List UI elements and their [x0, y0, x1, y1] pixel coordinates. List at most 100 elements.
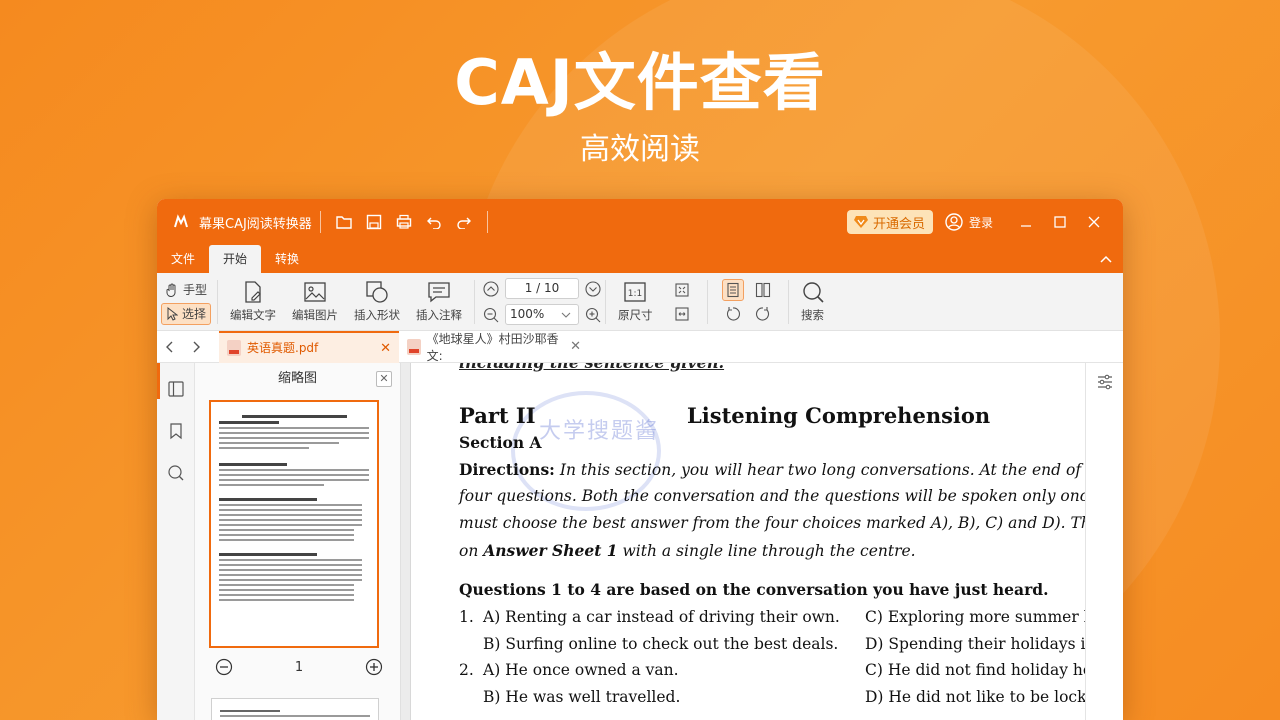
fit-page-icon[interactable]	[671, 279, 693, 301]
divider	[319, 211, 321, 233]
document-tab-bar: 英语真题.pdf ✕ 《地球星人》村田沙耶香文: ✕	[157, 330, 1123, 363]
q1-option-a: A) Renting a car instead of driving thei…	[483, 608, 840, 626]
directions-line-1: Directions: In this section, you will he…	[459, 460, 1123, 479]
original-size-label: 原尺寸	[618, 308, 653, 322]
tab-earthling[interactable]: 《地球星人》村田沙耶香文: ✕	[399, 331, 581, 363]
redo-icon[interactable]	[453, 211, 475, 233]
zoom-value: 100%	[510, 307, 545, 321]
workspace: 缩略图 ✕ 1 大学搜题酱 Part II Listening Comprehe…	[157, 363, 1123, 720]
diamond-icon	[853, 215, 869, 229]
next-page-icon[interactable]	[585, 280, 601, 297]
maximize-button[interactable]	[1043, 216, 1077, 228]
comment-icon	[428, 282, 450, 303]
pdf-file-icon	[407, 338, 421, 355]
hand-icon	[165, 283, 179, 297]
hand-select-group: 手型 选择	[161, 278, 212, 326]
bookmark-icon[interactable]	[164, 419, 188, 443]
close-icon[interactable]: ✕	[380, 341, 391, 356]
select-tool-label: 选择	[182, 307, 207, 321]
single-page-icon[interactable]	[721, 278, 744, 301]
insert-note-label: 插入注释	[416, 308, 463, 322]
menu-file[interactable]: 文件	[157, 245, 209, 273]
title-bar: 幕果CAJ阅读转换器 开通会员 登录	[157, 199, 1123, 245]
zoom-select[interactable]: 100%	[505, 304, 580, 327]
menu-bar: 文件 开始 转换	[157, 245, 1123, 273]
directions-label: Directions:	[459, 460, 555, 479]
menu-convert[interactable]: 转换	[261, 245, 313, 273]
part-heading: Listening Comprehension	[687, 403, 991, 428]
insert-note-button[interactable]: 插入注释	[416, 280, 462, 323]
open-folder-icon[interactable]	[333, 211, 355, 233]
search-panel-icon[interactable]	[164, 461, 188, 485]
thumbnail-title: 缩略图	[277, 371, 317, 386]
zoom-in-icon[interactable]	[585, 307, 601, 323]
settings-sliders-icon[interactable]	[1096, 373, 1114, 720]
edit-image-button[interactable]: 编辑图片	[292, 280, 338, 323]
q2-option-a: A) He once owned a van.	[483, 661, 679, 679]
page-nav-group: 1 / 10 100%	[479, 276, 601, 328]
zoom-out-icon[interactable]	[483, 307, 499, 323]
actual-size-icon: 1:1	[624, 282, 646, 302]
edit-image-label: 编辑图片	[292, 308, 339, 322]
divider	[605, 279, 607, 324]
menu-start[interactable]: 开始	[209, 245, 262, 273]
panel-splitter[interactable]	[401, 363, 411, 720]
select-tool-button[interactable]: 选择	[161, 302, 212, 325]
chevron-up-icon[interactable]	[1099, 251, 1113, 270]
image-icon	[304, 282, 326, 302]
thumbnail-page-2[interactable]	[211, 698, 379, 720]
close-button[interactable]	[1077, 216, 1111, 228]
divider	[474, 279, 476, 324]
divider	[706, 279, 708, 324]
save-icon[interactable]	[363, 211, 385, 233]
print-icon[interactable]	[393, 211, 415, 233]
hand-tool-button[interactable]: 手型	[161, 279, 211, 301]
original-size-button[interactable]: 1:1 原尺寸	[618, 280, 653, 323]
minus-circle-icon[interactable]	[215, 658, 233, 676]
login-label: 登录	[968, 215, 993, 230]
cut-off-text: including the sentence given.	[459, 363, 724, 372]
chevron-left-icon[interactable]	[157, 340, 183, 354]
hand-tool-label: 手型	[183, 283, 208, 297]
q1-number: 1.	[459, 608, 474, 626]
close-icon[interactable]: ✕	[376, 371, 392, 387]
directions-text: In this section, you will hear two long …	[559, 461, 1123, 479]
part-title: Part II	[459, 403, 536, 428]
tab-label: 英语真题.pdf	[247, 341, 319, 355]
double-page-icon[interactable]	[752, 279, 774, 301]
hero-title: CAJ文件查看	[454, 46, 826, 119]
rotate-right-icon[interactable]	[752, 303, 774, 325]
directions-line-2: four questions. Both the conversation an…	[459, 487, 1123, 505]
cursor-icon	[166, 306, 178, 321]
tab-label: 《地球星人》村田沙耶香文:	[426, 331, 559, 363]
svg-text:1:1: 1:1	[628, 289, 642, 299]
app-logo-icon	[171, 212, 191, 232]
thumbnail-panel-icon[interactable]	[164, 377, 188, 401]
prev-page-icon[interactable]	[483, 280, 499, 297]
plus-circle-icon[interactable]	[365, 658, 383, 676]
chevron-right-icon[interactable]	[183, 340, 209, 354]
chevron-down-icon	[560, 308, 572, 327]
page-input[interactable]: 1 / 10	[505, 278, 580, 299]
answer-sheet-text: Answer Sheet 1	[483, 541, 618, 560]
thumbnail-page-1[interactable]	[209, 400, 379, 648]
minimize-button[interactable]	[1009, 216, 1043, 228]
left-sidebar	[157, 363, 195, 720]
tab-english-exam[interactable]: 英语真题.pdf ✕	[219, 330, 399, 363]
rotate-left-icon[interactable]	[722, 303, 744, 325]
fit-rotate-group	[667, 278, 697, 326]
login-button[interactable]: 登录	[945, 213, 993, 231]
undo-icon[interactable]	[423, 211, 445, 233]
ribbon-toolbar: 手型 选择 编辑文字 编辑图片 插入形状 插入注释 1 / 10 100% 1:…	[157, 273, 1123, 331]
directions-line-4: on Answer Sheet 1 with a single line thr…	[459, 541, 1123, 560]
view-mode-group	[718, 278, 778, 326]
insert-shape-button[interactable]: 插入形状	[354, 280, 400, 323]
edit-text-button[interactable]: 编辑文字	[230, 280, 276, 323]
search-button[interactable]: 搜索	[801, 280, 825, 323]
close-icon[interactable]: ✕	[570, 339, 581, 354]
divider	[217, 279, 219, 324]
user-icon	[945, 213, 963, 231]
edit-text-icon	[245, 281, 261, 303]
vip-button[interactable]: 开通会员	[846, 210, 933, 234]
fit-width-icon[interactable]	[671, 303, 693, 325]
